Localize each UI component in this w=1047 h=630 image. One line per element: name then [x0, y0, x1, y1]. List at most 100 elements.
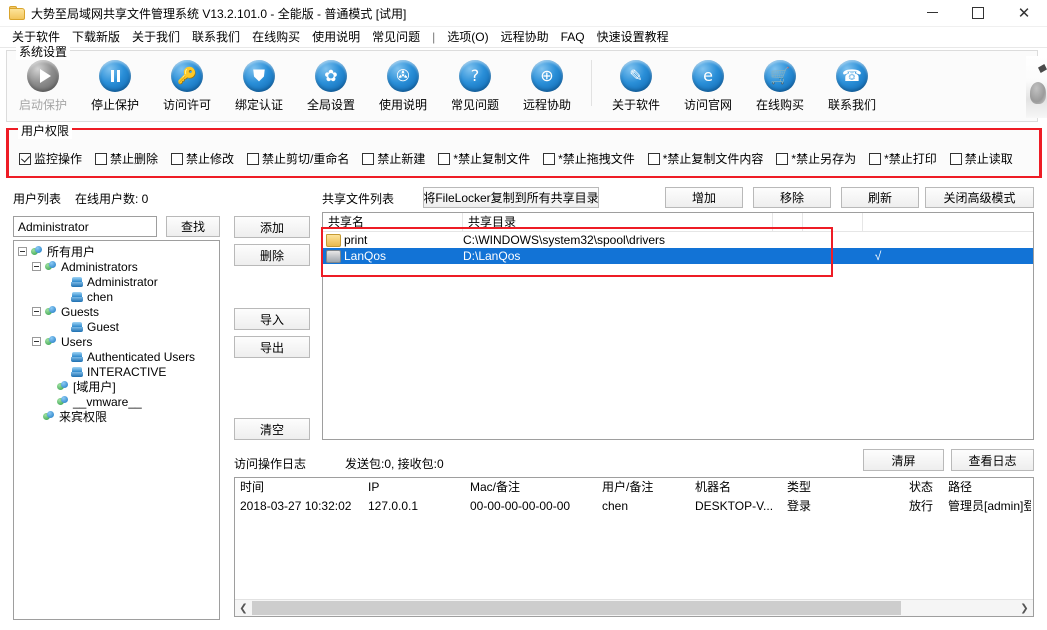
- tree-node-administrators[interactable]: Administrators: [14, 259, 219, 274]
- user-clear-button[interactable]: 清空: [234, 418, 310, 440]
- menu-item-online-purchase[interactable]: 在线购买: [246, 27, 306, 47]
- checkbox-forbid-modify[interactable]: 禁止修改: [171, 150, 234, 167]
- menu-item-faq-cn[interactable]: 常见问题: [366, 27, 426, 47]
- expander-icon[interactable]: [32, 262, 41, 271]
- system-settings-group: 系统设置 启动保护 停止保护 🔑 访问许可 ⛊ 绑定认证 ✿ 全局设置 ✇ 使用…: [6, 50, 1038, 122]
- menu-item-remote-assist[interactable]: 远程协助: [495, 27, 555, 47]
- checkbox-forbid-copy-file[interactable]: *禁止复制文件: [438, 150, 530, 167]
- close-advanced-mode-button[interactable]: 关闭高级模式: [925, 187, 1034, 208]
- log-column-type[interactable]: 类型: [782, 478, 904, 497]
- tree-node-guest[interactable]: Guest: [14, 319, 219, 334]
- share-column-path[interactable]: 共享目录: [463, 213, 773, 231]
- user-export-button[interactable]: 导出: [234, 336, 310, 358]
- tree-node-authenticated-users[interactable]: Authenticated Users: [14, 349, 219, 364]
- view-log-button[interactable]: 查看日志: [951, 449, 1034, 471]
- checkbox-forbid-drag-file[interactable]: *禁止拖拽文件: [543, 150, 635, 167]
- menu-item-quick-setup-guide[interactable]: 快速设置教程: [591, 27, 675, 47]
- checkbox-forbid-print[interactable]: *禁止打印: [869, 150, 937, 167]
- checkbox-box: [95, 153, 107, 165]
- log-table-row[interactable]: 2018-03-27 10:32:02 127.0.0.1 00-00-00-0…: [235, 497, 1033, 514]
- log-column-ip[interactable]: IP: [363, 478, 465, 497]
- toolbar-button-binding-auth[interactable]: ⛊ 绑定认证: [223, 57, 295, 113]
- access-log-table[interactable]: 时间 IP Mac/备注 用户/备注 机器名 类型 状态 路径 2018-03-…: [234, 477, 1034, 617]
- share-file-list[interactable]: 共享名 共享目录 print C:\WINDOWS\system32\spool…: [322, 212, 1034, 440]
- user-search-button[interactable]: 查找: [166, 216, 220, 237]
- log-column-path[interactable]: 路径: [943, 478, 1031, 497]
- expander-icon[interactable]: [32, 337, 41, 346]
- checkbox-box: [543, 153, 555, 165]
- log-column-status[interactable]: 状态: [904, 478, 943, 497]
- share-row-print[interactable]: print C:\WINDOWS\system32\spool\drivers: [323, 232, 1033, 248]
- expander-icon[interactable]: [18, 247, 27, 256]
- log-cell-time: 2018-03-27 10:32:02: [235, 499, 363, 513]
- user-import-button[interactable]: 导入: [234, 308, 310, 330]
- menu-item-about-us[interactable]: 关于我们: [126, 27, 186, 47]
- menu-item-instructions[interactable]: 使用说明: [306, 27, 366, 47]
- share-remove-button[interactable]: 移除: [753, 187, 831, 208]
- log-column-time[interactable]: 时间: [235, 478, 363, 497]
- toolbar-button-about-software[interactable]: ✎ 关于软件: [600, 57, 672, 113]
- tree-node-all-users[interactable]: 所有用户: [14, 244, 219, 259]
- user-search-input[interactable]: Administrator: [13, 216, 157, 237]
- share-column-extra-2[interactable]: [803, 213, 863, 231]
- tree-node-administrator[interactable]: Administrator: [14, 274, 219, 289]
- share-add-button[interactable]: 增加: [665, 187, 743, 208]
- expander-icon[interactable]: [32, 307, 41, 316]
- close-button[interactable]: ✕: [1001, 0, 1047, 26]
- menu-item-options[interactable]: 选项(O): [441, 27, 494, 47]
- toolbar-button-online-purchase[interactable]: 🛒 在线购买: [744, 57, 816, 113]
- log-horizontal-scrollbar[interactable]: ❮ ❯: [235, 599, 1033, 616]
- checkbox-forbid-read[interactable]: 禁止读取: [950, 150, 1013, 167]
- scrollbar-track[interactable]: [252, 600, 1016, 616]
- user-permissions-group-title: 用户权限: [18, 122, 72, 139]
- toolbar-button-visit-website[interactable]: e 访问官网: [672, 57, 744, 113]
- checkbox-forbid-cut-rename[interactable]: 禁止剪切/重命名: [247, 150, 349, 167]
- checkbox-forbid-delete[interactable]: 禁止删除: [95, 150, 158, 167]
- tree-node-chen[interactable]: chen: [14, 289, 219, 304]
- chevron-right-icon[interactable]: ❯: [1016, 600, 1033, 616]
- share-refresh-button[interactable]: 刷新: [841, 187, 919, 208]
- scrollbar-thumb[interactable]: [252, 601, 901, 615]
- copy-filelocker-button[interactable]: 将FileLocker复制到所有共享目录: [423, 187, 599, 208]
- clear-screen-button[interactable]: 清屏: [863, 449, 944, 471]
- tree-node-interactive[interactable]: INTERACTIVE: [14, 364, 219, 379]
- tree-node-guests[interactable]: Guests: [14, 304, 219, 319]
- log-cell-path: 管理员[admin]登: [943, 497, 1031, 514]
- checkbox-forbid-new[interactable]: 禁止新建: [362, 150, 425, 167]
- checkbox-forbid-copy-content[interactable]: *禁止复制文件内容: [648, 150, 764, 167]
- toolbar-button-remote-assist[interactable]: ⊕ 远程协助: [511, 57, 583, 113]
- toolbar-button-stop-protection[interactable]: 停止保护: [79, 57, 151, 113]
- menu-item-faq[interactable]: FAQ: [555, 27, 591, 47]
- toolbar-button-access-permission[interactable]: 🔑 访问许可: [151, 57, 223, 113]
- toolbar-button-contact-us[interactable]: ☎ 联系我们: [816, 57, 888, 113]
- checkbox-monitor-operations[interactable]: 监控操作: [19, 150, 82, 167]
- toolbar-button-start-protection[interactable]: 启动保护: [7, 57, 79, 113]
- share-column-extra-1[interactable]: [773, 213, 803, 231]
- user-delete-button[interactable]: 删除: [234, 244, 310, 266]
- minimize-button[interactable]: [909, 0, 955, 26]
- disk-icon: [326, 250, 341, 263]
- user-add-button[interactable]: 添加: [234, 216, 310, 238]
- tree-node-domain-users[interactable]: [域用户]: [14, 379, 219, 394]
- toolbar-button-faq[interactable]: ? 常见问题: [439, 57, 511, 113]
- toolbar-button-global-settings[interactable]: ✿ 全局设置: [295, 57, 367, 113]
- tree-node-vmware[interactable]: __vmware__: [14, 394, 219, 409]
- log-column-mac[interactable]: Mac/备注: [465, 478, 597, 497]
- log-column-user[interactable]: 用户/备注: [597, 478, 690, 497]
- chevron-left-icon[interactable]: ❮: [235, 600, 252, 616]
- share-row-lanqos[interactable]: LanQos D:\LanQos √: [323, 248, 1033, 264]
- menu-item-download-new[interactable]: 下载新版: [66, 27, 126, 47]
- checkbox-label: 禁止新建: [377, 150, 425, 167]
- menu-item-contact-us[interactable]: 联系我们: [186, 27, 246, 47]
- expander-spacer: [58, 277, 67, 286]
- tree-node-users[interactable]: Users: [14, 334, 219, 349]
- toolbar-button-instructions[interactable]: ✇ 使用说明: [367, 57, 439, 113]
- user-tree[interactable]: 所有用户 Administrators Administrator chen G…: [13, 240, 220, 620]
- log-column-machine[interactable]: 机器名: [690, 478, 782, 497]
- log-cell-user: chen: [597, 499, 690, 513]
- maximize-button[interactable]: [955, 0, 1001, 26]
- tree-node-guest-permission[interactable]: 来宾权限: [14, 409, 219, 424]
- tree-node-label: INTERACTIVE: [87, 365, 166, 379]
- share-column-name[interactable]: 共享名: [323, 213, 463, 231]
- checkbox-forbid-save-as[interactable]: *禁止另存为: [776, 150, 856, 167]
